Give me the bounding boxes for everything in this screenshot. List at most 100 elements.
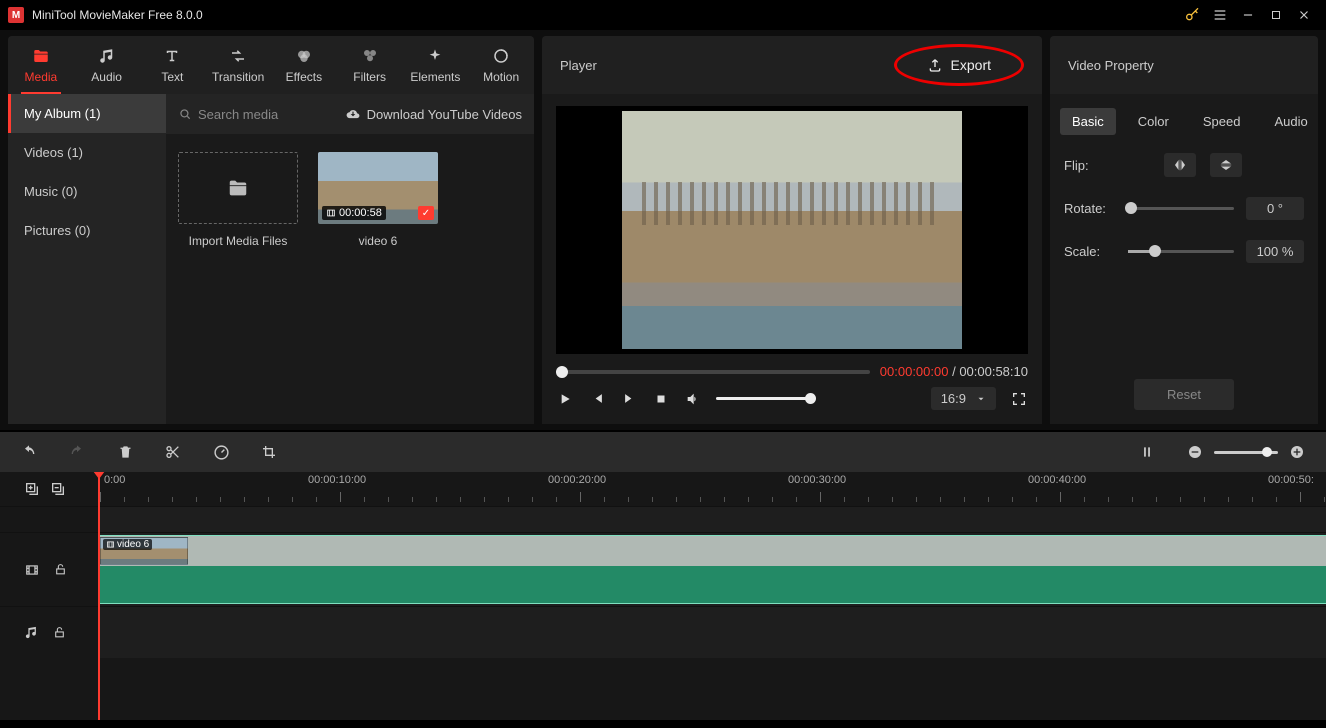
rotate-slider[interactable]	[1128, 207, 1234, 210]
upload-icon	[927, 57, 943, 73]
flip-vertical-button[interactable]	[1210, 153, 1242, 177]
tab-media[interactable]: Media	[8, 36, 74, 94]
rotate-label: Rotate:	[1064, 201, 1116, 216]
scale-slider[interactable]	[1128, 250, 1234, 253]
video-track: video 6	[0, 532, 1326, 606]
tab-transition-label: Transition	[212, 70, 264, 84]
clip-label: video 6	[117, 539, 149, 550]
tab-text[interactable]: Text	[140, 36, 206, 94]
fullscreen-button[interactable]	[1010, 390, 1028, 408]
stop-button[interactable]	[652, 390, 670, 408]
scale-label: Scale:	[1064, 244, 1116, 259]
app-title: MiniTool MovieMaker Free 8.0.0	[32, 8, 1178, 22]
search-input[interactable]: Search media	[178, 107, 337, 122]
add-track-button[interactable]	[24, 481, 40, 497]
remove-track-button[interactable]	[50, 481, 66, 497]
undo-button[interactable]	[20, 443, 38, 461]
tab-media-label: Media	[25, 70, 58, 84]
effects-icon	[294, 46, 314, 66]
tab-text-label: Text	[161, 70, 183, 84]
close-button[interactable]	[1290, 3, 1318, 27]
tab-elements[interactable]: Elements	[403, 36, 469, 94]
menu-icon[interactable]	[1206, 3, 1234, 27]
flip-horizontal-button[interactable]	[1164, 153, 1196, 177]
volume-button[interactable]	[684, 390, 702, 408]
ruler-label: 00:00:40:00	[1028, 474, 1086, 486]
rotate-value: 0 °	[1246, 197, 1304, 220]
cloud-download-icon	[345, 107, 361, 121]
sidebar-item-videos[interactable]: Videos (1)	[8, 133, 166, 172]
player-panel: Player Export 00:00:00:00 / 00:00:58:10	[542, 36, 1042, 424]
aspect-ratio-value: 16:9	[941, 391, 966, 406]
prop-tab-basic[interactable]: Basic	[1060, 108, 1116, 135]
seek-slider[interactable]	[556, 370, 870, 374]
film-icon	[106, 540, 115, 549]
sidebar-item-music[interactable]: Music (0)	[8, 172, 166, 211]
prop-tab-speed[interactable]: Speed	[1191, 108, 1253, 135]
timeline-clip-video-6[interactable]: video 6	[98, 535, 1326, 604]
checkmark-icon: ✓	[418, 206, 434, 220]
download-youtube-link[interactable]: Download YouTube Videos	[345, 107, 522, 122]
motion-icon	[491, 46, 511, 66]
media-item-video-6[interactable]: 00:00:58 ✓ video 6	[318, 152, 438, 248]
license-key-icon[interactable]	[1178, 3, 1206, 27]
chevron-down-icon	[976, 394, 986, 404]
ruler-label: 00:00:30:00	[788, 474, 846, 486]
search-icon	[178, 107, 192, 121]
scale-value: 100 %	[1246, 240, 1304, 263]
media-tabs: Media Audio Text Transition Effects Filt…	[8, 36, 534, 94]
play-button[interactable]	[556, 390, 574, 408]
timeline-ruler[interactable]: 0:00 00:00:10:00 00:00:20:00 00:00:30:00…	[98, 472, 1326, 506]
music-note-icon	[97, 46, 117, 66]
maximize-button[interactable]	[1262, 3, 1290, 27]
film-icon	[24, 563, 40, 577]
search-placeholder: Search media	[198, 107, 278, 122]
folder-icon	[31, 46, 51, 66]
playhead[interactable]	[98, 472, 100, 720]
preview-frame	[622, 111, 962, 349]
prop-tab-audio[interactable]: Audio	[1262, 108, 1318, 135]
tab-transition[interactable]: Transition	[205, 36, 271, 94]
minimize-button[interactable]	[1234, 3, 1262, 27]
lock-icon[interactable]	[54, 562, 67, 577]
zoom-out-button[interactable]	[1186, 443, 1204, 461]
crop-button[interactable]	[260, 443, 278, 461]
tab-effects[interactable]: Effects	[271, 36, 337, 94]
ruler-label: 00:00:20:00	[548, 474, 606, 486]
aspect-ratio-select[interactable]: 16:9	[931, 387, 996, 410]
media-item-label: video 6	[359, 234, 398, 248]
volume-slider[interactable]	[716, 397, 812, 400]
property-panel: Video Property Basic Color Speed Audio F…	[1050, 36, 1318, 424]
tab-filters[interactable]: Filters	[337, 36, 403, 94]
tab-audio[interactable]: Audio	[74, 36, 140, 94]
music-note-icon	[24, 625, 39, 640]
zoom-in-button[interactable]	[1288, 443, 1306, 461]
text-icon	[162, 46, 182, 66]
tab-effects-label: Effects	[286, 70, 322, 84]
filters-icon	[360, 46, 380, 66]
lock-icon[interactable]	[53, 625, 66, 640]
current-time: 00:00:00:00	[880, 364, 949, 379]
audio-track	[0, 606, 1326, 658]
property-title: Video Property	[1068, 58, 1154, 73]
fit-button[interactable]	[1138, 443, 1156, 461]
export-button[interactable]: Export	[913, 51, 1005, 79]
prop-tab-color[interactable]: Color	[1126, 108, 1181, 135]
delete-button[interactable]	[116, 443, 134, 461]
tab-motion[interactable]: Motion	[468, 36, 534, 94]
split-button[interactable]	[164, 443, 182, 461]
zoom-slider[interactable]	[1214, 451, 1278, 454]
next-frame-button[interactable]	[620, 390, 638, 408]
import-media-card[interactable]: Import Media Files	[178, 152, 298, 248]
prev-frame-button[interactable]	[588, 390, 606, 408]
media-item-duration: 00:00:58	[339, 207, 382, 219]
speed-button[interactable]	[212, 443, 230, 461]
download-youtube-label: Download YouTube Videos	[367, 107, 522, 122]
sidebar-item-pictures[interactable]: Pictures (0)	[8, 211, 166, 250]
flip-horizontal-icon	[1171, 158, 1189, 172]
sidebar-item-my-album[interactable]: My Album (1)	[8, 94, 166, 133]
reset-button[interactable]: Reset	[1134, 379, 1234, 410]
media-toolbar: Search media Download YouTube Videos	[166, 94, 534, 134]
redo-button[interactable]	[68, 443, 86, 461]
export-label: Export	[951, 57, 991, 73]
